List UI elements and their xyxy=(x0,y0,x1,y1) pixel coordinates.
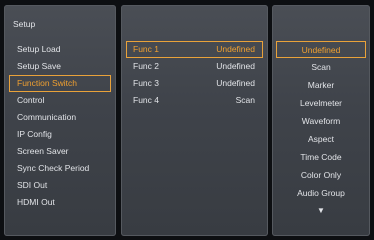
setup-menu-list: Setup Load Setup Save Function Switch Co… xyxy=(9,41,111,211)
setup-menu-panel: Setup Setup Load Setup Save Function Swi… xyxy=(4,5,116,236)
menu-item-setup-load[interactable]: Setup Load xyxy=(9,41,111,58)
function-list: Func 1 Undefined Func 2 Undefined Func 3… xyxy=(126,41,263,109)
option-levelmeter[interactable]: Levelmeter xyxy=(276,94,366,112)
menu-item-control[interactable]: Control xyxy=(9,92,111,109)
function-row-4[interactable]: Func 4 Scan xyxy=(126,92,263,109)
function-name: Func 2 xyxy=(133,61,159,71)
menu-item-setup-save[interactable]: Setup Save xyxy=(9,58,111,75)
option-undefined[interactable]: Undefined xyxy=(276,41,366,58)
function-value: Undefined xyxy=(216,61,255,71)
option-time-code[interactable]: Time Code xyxy=(276,148,366,166)
option-scan[interactable]: Scan xyxy=(276,58,366,76)
scroll-down-icon[interactable]: ▼ xyxy=(276,202,366,220)
option-marker[interactable]: Marker xyxy=(276,76,366,94)
menu-item-communication[interactable]: Communication xyxy=(9,109,111,126)
function-panel: Func 1 Undefined Func 2 Undefined Func 3… xyxy=(121,5,268,236)
menu-item-function-switch[interactable]: Function Switch xyxy=(9,75,111,92)
option-audio-group[interactable]: Audio Group xyxy=(276,184,366,202)
menu-item-sdi-out[interactable]: SDI Out xyxy=(9,177,111,194)
function-value: Undefined xyxy=(216,44,255,54)
menu-item-sync-check-period[interactable]: Sync Check Period xyxy=(9,160,111,177)
function-row-3[interactable]: Func 3 Undefined xyxy=(126,75,263,92)
option-color-only[interactable]: Color Only xyxy=(276,166,366,184)
option-panel: Undefined Scan Marker Levelmeter Wavefor… xyxy=(272,5,370,236)
function-value: Undefined xyxy=(216,78,255,88)
setup-title: Setup xyxy=(13,19,36,29)
function-row-2[interactable]: Func 2 Undefined xyxy=(126,58,263,75)
menu-item-ip-config[interactable]: IP Config xyxy=(9,126,111,143)
function-name: Func 4 xyxy=(133,95,159,105)
menu-item-screen-saver[interactable]: Screen Saver xyxy=(9,143,111,160)
function-row-1[interactable]: Func 1 Undefined xyxy=(126,41,263,58)
option-aspect[interactable]: Aspect xyxy=(276,130,366,148)
menu-item-hdmi-out[interactable]: HDMI Out xyxy=(9,194,111,211)
function-name: Func 3 xyxy=(133,78,159,88)
function-name: Func 1 xyxy=(133,44,159,54)
function-value: Scan xyxy=(235,95,255,105)
option-waveform[interactable]: Waveform xyxy=(276,112,366,130)
option-list: Undefined Scan Marker Levelmeter Wavefor… xyxy=(276,41,366,220)
